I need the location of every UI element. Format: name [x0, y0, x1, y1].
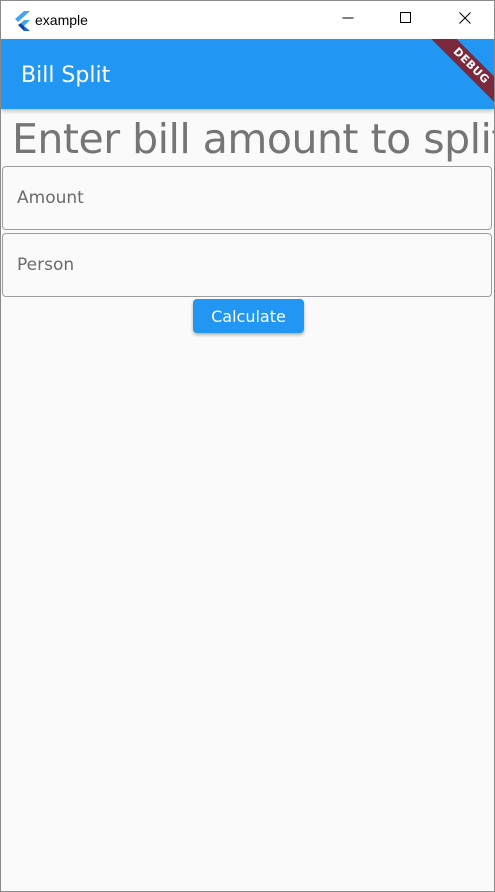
flutter-logo-icon — [13, 11, 31, 31]
amount-field[interactable] — [2, 166, 492, 230]
amount-input[interactable] — [3, 167, 491, 229]
debug-ribbon-label: DEBUG — [425, 39, 494, 109]
person-field[interactable] — [2, 233, 492, 297]
person-input[interactable] — [3, 234, 491, 296]
maximize-icon — [400, 11, 412, 29]
window-titlebar[interactable]: example — [1, 1, 494, 39]
minimize-icon — [342, 11, 354, 29]
app-window: example Bill Split DEBUG Enter bill amou… — [0, 0, 495, 892]
close-button[interactable] — [436, 1, 494, 39]
page-title: Bill Split — [21, 63, 111, 88]
window-title: example — [35, 12, 88, 28]
minimize-button[interactable] — [319, 1, 377, 39]
maximize-button[interactable] — [377, 1, 435, 39]
close-icon — [459, 11, 471, 29]
app-bar: Bill Split DEBUG — [1, 39, 494, 109]
instruction-heading: Enter bill amount to split. — [12, 115, 495, 163]
calculate-button[interactable]: Calculate — [193, 299, 304, 333]
debug-banner: DEBUG — [424, 39, 494, 109]
